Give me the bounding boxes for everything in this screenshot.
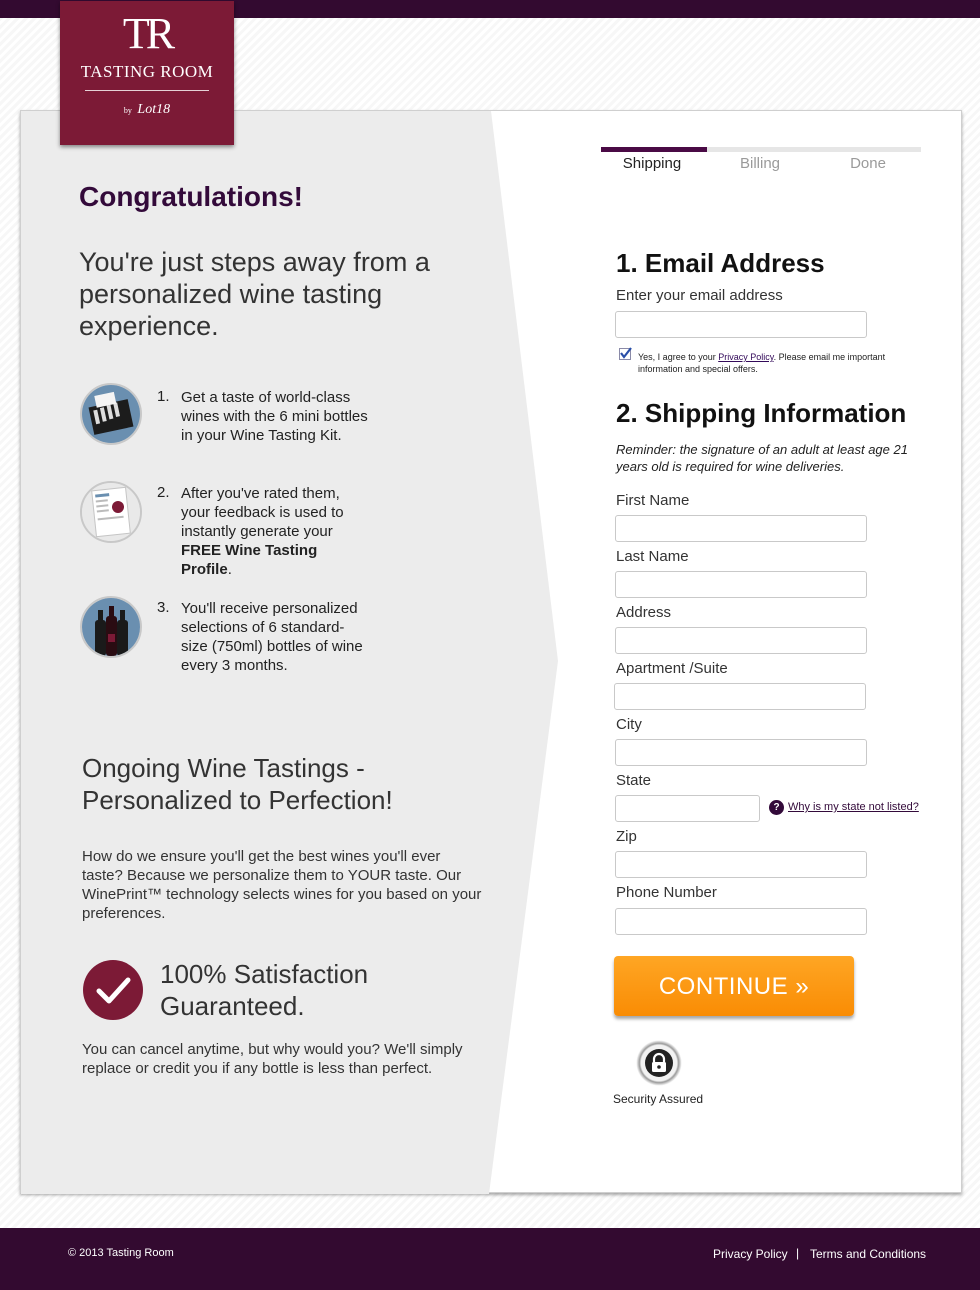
address-field[interactable] (615, 627, 867, 654)
state-label: State (616, 772, 652, 789)
last-name-label: Last Name (616, 548, 689, 565)
privacy-policy-link[interactable]: Privacy Policy (718, 352, 773, 362)
logo-name: TASTING ROOM (80, 62, 214, 81)
tasting-profile-icon (80, 481, 142, 543)
email-field[interactable] (615, 311, 867, 338)
footer-privacy-link[interactable]: Privacy Policy (713, 1247, 788, 1261)
apartment-label: Apartment /Suite (616, 660, 728, 677)
guarantee-body: You can cancel anytime, but why would yo… (82, 1041, 463, 1077)
zip-label: Zip (616, 828, 637, 845)
logo-mark: TR (122, 9, 175, 58)
email-label: Enter your email address (616, 287, 783, 304)
last-name-field[interactable] (615, 571, 867, 598)
tab-shipping[interactable]: Shipping (599, 155, 705, 172)
zip-field[interactable] (615, 851, 867, 878)
step-1-text: Get a taste of world-class wines with th… (181, 389, 368, 444)
wine-bottles-icon (80, 596, 142, 658)
consent-text-start: Yes, I agree to your (638, 352, 719, 362)
step-1-number: 1. (157, 388, 170, 405)
checkmark-icon (83, 960, 143, 1020)
tab-done[interactable]: Done (815, 155, 921, 172)
footer-terms-link[interactable]: Terms and Conditions (810, 1247, 926, 1261)
logo-by-prefix: by (123, 106, 132, 115)
consent-checkbox[interactable] (619, 347, 632, 360)
ongoing-body: How do we ensure you'll get the best win… (82, 848, 482, 922)
state-help-link[interactable]: Why is my state not listed? (788, 801, 919, 813)
step-3-number: 3. (157, 599, 170, 616)
lock-icon (636, 1040, 682, 1086)
email-section-heading: 1. Email Address (616, 248, 825, 278)
tasting-room-logo[interactable]: TR TASTING ROOM by Lot18 (60, 1, 234, 145)
guarantee-heading: 100% Satisfaction Guaranteed. (160, 959, 369, 1021)
consent-text: Yes, I agree to your Privacy Policy. Ple… (638, 351, 908, 375)
logo-byline: by Lot18 (60, 102, 234, 118)
help-icon[interactable]: ? (769, 800, 784, 815)
first-name-field[interactable] (615, 515, 867, 542)
continue-button[interactable]: CONTINUE » (614, 956, 854, 1016)
step-2-number: 2. (157, 484, 170, 501)
first-name-label: First Name (616, 492, 690, 509)
congrats-heading: Congratulations! (79, 181, 303, 212)
age-reminder: Reminder: the signature of an adult at l… (616, 442, 908, 474)
step-3-text: You'll receive personalized selections o… (181, 600, 363, 674)
step-2-text-bold: FREE Wine Tasting Profile (181, 542, 318, 578)
footer-separator: | (796, 1246, 800, 1260)
step-2-text: After you've rated them, your feedback i… (181, 484, 366, 579)
apartment-field[interactable] (614, 683, 866, 710)
security-label: Security Assured (613, 1092, 704, 1106)
tab-billing[interactable]: Billing (707, 155, 813, 172)
step-2-text-start: After you've rated them, your feedback i… (181, 485, 344, 540)
shipping-section-heading: 2. Shipping Information (616, 398, 907, 428)
wine-kit-icon (80, 383, 142, 445)
intro-headline: You're just steps away from a personaliz… (79, 247, 430, 341)
copyright-text: © 2013 Tasting Room (68, 1247, 174, 1259)
city-label: City (616, 716, 642, 733)
phone-field[interactable] (615, 908, 867, 935)
state-field[interactable] (615, 795, 760, 822)
ongoing-heading: Ongoing Wine Tastings - Personalized to … (82, 753, 393, 815)
logo-by-name: Lot18 (137, 102, 171, 117)
logo-divider (85, 90, 209, 91)
phone-label: Phone Number (616, 884, 717, 901)
address-label: Address (616, 604, 672, 621)
city-field[interactable] (615, 739, 867, 766)
step-2-text-end: . (227, 561, 232, 578)
checkout-progress-fill (601, 147, 707, 152)
